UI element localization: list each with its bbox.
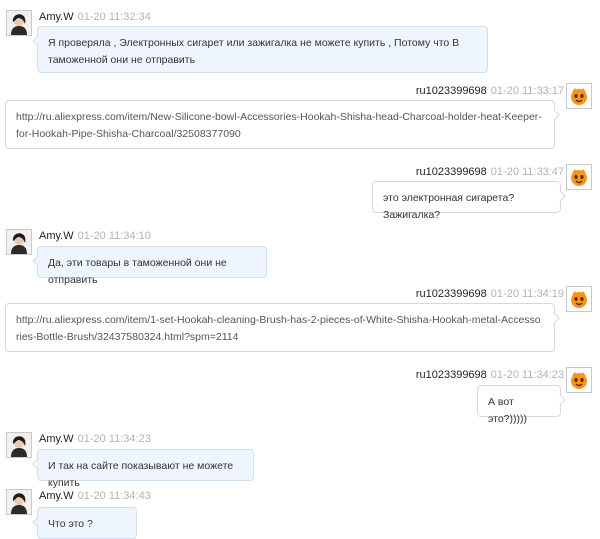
message-header: Amy.W 01-20 11:34:23 [39,433,151,445]
timestamp: 01-20 11:34:43 [77,490,151,502]
orange-mascot-icon [567,368,591,392]
orange-mascot-icon [567,84,591,108]
message-text: И так на сайте показывают не можете купи… [48,460,234,489]
message-header: ru1023399698 01-20 11:33:47 [416,166,564,178]
user-photo-icon [7,433,31,457]
timestamp: 01-20 11:34:23 [490,369,564,381]
sender-name: Amy.W [39,433,74,445]
sender-name: Amy.W [39,11,74,23]
user-photo-icon [7,490,31,514]
timestamp: 01-20 11:34:23 [77,433,151,445]
message-link[interactable]: http://ru.aliexpress.com/item/1-set-Hook… [16,314,541,343]
buyer-avatar[interactable] [566,286,592,312]
buyer-avatar[interactable] [566,367,592,393]
user-photo-icon [7,11,31,35]
message-bubble: И так на сайте показывают не можете купи… [32,449,254,489]
message-text: это электронная сигарета? Зажигалка? [383,192,515,221]
message-bubble: это электронная сигарета? Зажигалка? [372,181,566,221]
message-text: Что это ? [48,518,93,530]
agent-avatar[interactable] [6,10,32,36]
sender-name: Amy.W [39,490,74,502]
user-photo-icon [7,230,31,254]
orange-mascot-icon [567,165,591,189]
sender-name: ru1023399698 [415,166,487,178]
sender-name: Amy.W [39,230,74,242]
message-text: Да, эти товары в таможенной они не отпра… [48,257,227,286]
message-bubble: http://ru.aliexpress.com/item/New-Silico… [5,100,560,149]
message-header: Amy.W 01-20 11:32:34 [39,11,151,23]
orange-mascot-icon [567,287,591,311]
agent-avatar[interactable] [6,229,32,255]
message-header: ru1023399698 01-20 11:34:23 [416,369,564,381]
sender-name: ru1023399698 [415,85,487,97]
agent-avatar[interactable] [6,489,32,515]
message-text: Я проверяла , Электронных сигарет или за… [48,37,460,66]
timestamp: 01-20 11:34:10 [77,230,151,242]
message-header: Amy.W 01-20 11:34:43 [39,490,151,502]
agent-avatar[interactable] [6,432,32,458]
timestamp: 01-20 11:33:17 [490,85,564,97]
timestamp: 01-20 11:34:19 [490,288,564,300]
message-header: ru1023399698 01-20 11:34:19 [416,288,564,300]
sender-name: ru1023399698 [415,369,487,381]
sender-name: ru1023399698 [415,288,487,300]
message-bubble: Что это ? [32,507,137,539]
buyer-avatar[interactable] [566,164,592,190]
message-bubble: Я проверяла , Электронных сигарет или за… [32,26,488,73]
message-text: А вот это?))))) [488,396,527,425]
message-header: Amy.W 01-20 11:34:10 [39,230,151,242]
timestamp: 01-20 11:33:47 [490,166,564,178]
message-header: ru1023399698 01-20 11:33:17 [416,85,564,97]
message-bubble: http://ru.aliexpress.com/item/1-set-Hook… [5,303,560,352]
message-bubble: А вот это?))))) [477,385,566,425]
message-bubble: Да, эти товары в таможенной они не отпра… [32,246,267,286]
buyer-avatar[interactable] [566,83,592,109]
message-link[interactable]: http://ru.aliexpress.com/item/New-Silico… [16,111,542,140]
timestamp: 01-20 11:32:34 [77,11,151,23]
